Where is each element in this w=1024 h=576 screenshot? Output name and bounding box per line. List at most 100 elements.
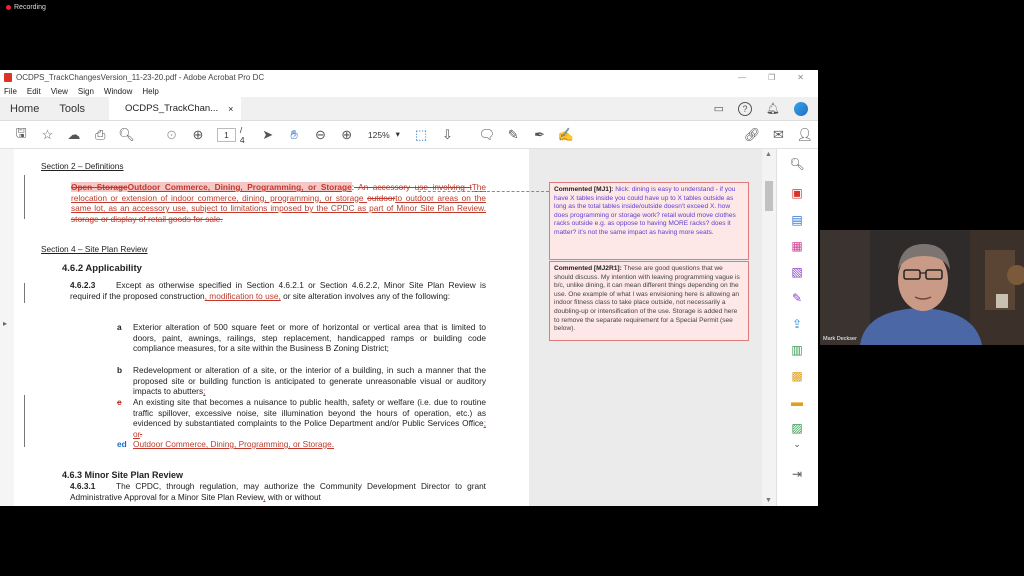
title-bar: OCDPS_TrackChangesVersion_11-23-20.pdf -… (0, 70, 818, 85)
deleted-text: . (139, 428, 143, 439)
acrobat-window: OCDPS_TrackChangesVersion_11-23-20.pdf -… (0, 70, 818, 506)
maximize-icon[interactable]: ❐ (768, 73, 775, 82)
scroll-up-icon[interactable]: ▲ (765, 151, 772, 158)
zoom-value: 125% (367, 129, 390, 140)
main-toolbar: 🖫︎ ☆ ☁ ⎙ 🔍︎ ⊙ ⊕ 1 / 4 ➤ ✋︎ ⊖ ⊕ 125% ▾ ⬚ … (0, 121, 818, 149)
chevron-down-icon[interactable]: ⌄ (789, 437, 805, 451)
zoom-select[interactable]: 125% ▾ (368, 129, 400, 140)
notification-bell-icon[interactable]: 🔔︎ (766, 102, 780, 115)
menu-file[interactable]: File (4, 87, 17, 96)
comment-icon[interactable]: 🗨︎ (474, 125, 500, 145)
minimize-icon[interactable]: — (738, 73, 746, 82)
export-pdf-icon[interactable]: ⇪ (789, 317, 805, 331)
protect-icon[interactable]: ▩ (789, 369, 805, 383)
next-page-icon[interactable]: ⊕ (185, 125, 211, 145)
tab-home[interactable]: Home (0, 103, 49, 115)
list-item-b-text: Redevelopment or alteration of a site, o… (133, 365, 486, 397)
search-tool-icon[interactable]: 🔍︎ (789, 157, 805, 171)
left-panel-strip: ▸ (0, 149, 14, 506)
scroll-thumb[interactable] (765, 181, 773, 211)
window-title: OCDPS_TrackChangesVersion_11-23-20.pdf -… (16, 73, 265, 82)
menu-sign[interactable]: Sign (78, 87, 94, 96)
video-tile: Mark Deckser (820, 230, 1024, 345)
expand-left-panel-icon[interactable]: ▸ (3, 319, 7, 328)
zoom-in-icon[interactable]: ⊕ (334, 125, 360, 145)
vertical-scrollbar[interactable]: ▲ ▼ (762, 149, 776, 506)
edit-pdf-icon[interactable]: ▧ (789, 265, 805, 279)
help-icon[interactable]: ? (738, 101, 753, 116)
right-tools-panel: 🔍︎ ▣ ▤ ▦ ▧ ✎ ⇪ ▥ ▩ ▬ ▨ ⌄ ⇥ (776, 149, 818, 506)
previous-page-icon[interactable]: ⊙ (158, 125, 184, 145)
paragraph-4631: 4.6.3.1 The CPDC, through regulation, may… (70, 481, 486, 502)
page-navigator: 1 / 4 (217, 125, 248, 145)
menu-help[interactable]: Help (142, 87, 158, 96)
hand-tool-icon[interactable]: ✋︎ (281, 125, 307, 145)
print-icon[interactable]: ⎙ (87, 125, 113, 145)
page-total: / 4 (239, 124, 245, 145)
definition-paragraph: Open StorageOutdoor Commerce, Dining, Pr… (71, 182, 486, 224)
organize-pages-icon[interactable]: ▦ (789, 239, 805, 253)
menu-bar: File Edit View Sign Window Help (0, 85, 818, 97)
account-avatar[interactable] (794, 101, 808, 116)
scroll-down-icon[interactable]: ▼ (765, 497, 772, 504)
more-tools-icon[interactable]: ▨ (789, 421, 805, 435)
email-icon[interactable]: ✉ (765, 125, 791, 145)
tab-document[interactable]: OCDPS_TrackChan... × (109, 97, 242, 120)
inserted-text: ; (203, 386, 206, 397)
list-letter-c: c (117, 397, 122, 407)
comment-tool-icon[interactable]: ▬ (789, 395, 805, 409)
fill-and-sign-icon[interactable]: ✎ (789, 291, 805, 305)
list-item-a: Exterior alteration of 500 square feet o… (133, 322, 486, 354)
inserted-term: Outdoor Commerce, Dining, Programming, o… (127, 182, 352, 192)
section-2-heading: Section 2 – Definitions (41, 161, 124, 171)
close-window-icon[interactable]: ✕ (797, 73, 804, 82)
applicability-heading: 4.6.2 Applicability (62, 263, 142, 274)
recording-indicator: Recording (6, 4, 46, 11)
page-number-input[interactable]: 1 (217, 127, 236, 142)
change-bar (24, 395, 25, 447)
comment-mj1[interactable]: Commented [MJ1]: Nick: dining is easy to… (549, 182, 749, 260)
tab-document-label: OCDPS_TrackChan... (125, 103, 219, 114)
paragraph-text: or site alteration involves any of the f… (280, 290, 451, 301)
chevron-down-icon: ▾ (395, 129, 400, 139)
create-pdf-icon[interactable]: ▣ (789, 186, 805, 200)
participant-name: Mark Deckser (823, 336, 857, 342)
combine-files-icon[interactable]: ▤ (789, 213, 805, 227)
menu-view[interactable]: View (51, 87, 68, 96)
link-icon[interactable]: 🔗︎ (739, 125, 765, 145)
draw-sign-icon[interactable]: ✒ (526, 125, 552, 145)
expand-panel-icon[interactable]: ⇥ (789, 467, 805, 481)
bookmark-star-icon[interactable]: ☆ (34, 125, 60, 145)
select-cursor-icon[interactable]: ➤ (255, 125, 281, 145)
list-item-b: Redevelopment or alteration of a site, o… (133, 365, 486, 397)
list-letter-d: ed (117, 439, 127, 449)
list-item-c: An existing site that becomes a nuisance… (133, 397, 486, 439)
deleted-text: storage or display of retail goods for s… (71, 213, 223, 224)
save-icon[interactable]: 🖫︎ (8, 125, 34, 145)
highlight-pen-icon[interactable]: ✎ (500, 125, 526, 145)
recording-label: Recording (14, 4, 46, 11)
menu-window[interactable]: Window (104, 87, 132, 96)
fill-sign-icon[interactable]: ✍ (553, 125, 579, 145)
search-zoom-icon[interactable]: 🔍︎ (113, 125, 139, 145)
minor-site-plan-heading: 4.6.3 Minor Site Plan Review (62, 470, 184, 480)
deleted-term: Open Storage (71, 182, 128, 192)
comment-mj2r1[interactable]: Commented [MJ2R1]: These are good questi… (549, 261, 749, 341)
upload-cloud-icon[interactable]: ☁ (61, 125, 87, 145)
menu-edit[interactable]: Edit (27, 87, 41, 96)
tab-tools[interactable]: Tools (49, 103, 95, 115)
fit-page-icon[interactable]: ⬚ (408, 125, 434, 145)
inserted-text: , modification to use, (204, 290, 281, 301)
deleted-text: outdoor (367, 192, 396, 203)
paragraph-number: 4.6.3.1 (70, 481, 96, 491)
compress-icon[interactable]: ▥ (789, 343, 805, 357)
zoom-out-icon[interactable]: ⊖ (307, 125, 333, 145)
chat-icon[interactable]: ▭ (714, 102, 724, 115)
change-bar (24, 283, 25, 303)
scroll-mode-icon[interactable]: ⇩ (434, 125, 460, 145)
add-user-icon[interactable]: 👤︎ (792, 125, 818, 145)
close-tab-icon[interactable]: × (228, 104, 233, 114)
